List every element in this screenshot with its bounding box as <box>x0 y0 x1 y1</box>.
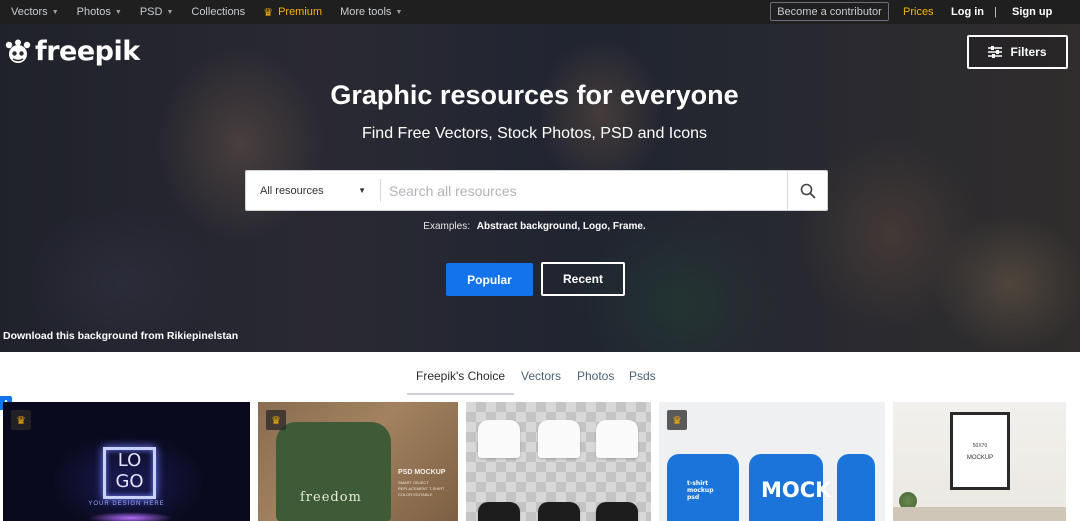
resource-type-dropdown[interactable]: All resources ▼ <box>246 179 381 202</box>
signup-link[interactable]: Sign up <box>1012 0 1052 24</box>
sliders-icon <box>988 46 1003 58</box>
neon-logo-caption: YOUR DESIGN HERE <box>88 501 165 507</box>
nav-photos[interactable]: Photos ▼ <box>77 6 122 18</box>
crown-icon: ♛ <box>263 6 274 19</box>
white-tshirt-image <box>596 420 638 458</box>
premium-crown-icon: ♛ <box>667 410 687 430</box>
black-tshirt-image <box>478 502 520 521</box>
psd-mockup-subtitle: SMART OBJECT REPLACEMENT T-SHIRT COLOR E… <box>398 480 445 497</box>
nav-photos-label: Photos <box>76 6 111 18</box>
nav-separator: | <box>994 6 997 18</box>
nav-vectors-label: Vectors <box>11 6 48 18</box>
blue-tshirt-side-image <box>837 454 875 521</box>
nav-collections[interactable]: Collections <box>191 6 245 18</box>
chevron-down-icon: ▼ <box>51 8 59 16</box>
active-tab-underline <box>407 393 514 395</box>
hero-banner: freepik Filters Graphic resources for ev… <box>0 24 1080 352</box>
nav-premium-label: Premium <box>278 6 323 18</box>
tab-photos[interactable]: Photos <box>577 369 614 383</box>
chevron-down-icon: ▼ <box>114 8 122 16</box>
resource-card[interactable]: ♛ t-shirt mockup psd MOCK <box>659 402 885 521</box>
freepik-logo[interactable]: freepik <box>4 36 140 67</box>
tab-vectors[interactable]: Vectors <box>521 369 561 383</box>
hero-title: Graphic resources for everyone <box>330 80 739 110</box>
filters-button[interactable]: Filters <box>967 35 1068 69</box>
tab-psds[interactable]: Psds <box>629 369 656 383</box>
search-button[interactable] <box>787 171 827 210</box>
search-examples: Examples: Abstract background, Logo, Fra… <box>0 221 1069 232</box>
content-tabs: Freepik's Choice Vectors Photos Psds <box>0 352 1080 402</box>
blue-tshirt-image: MOCK <box>749 454 831 521</box>
neon-glow <box>88 512 173 521</box>
nav-more-tools[interactable]: More tools ▼ <box>340 6 402 18</box>
tshirt-print-text: t-shirt mockup psd <box>687 480 714 501</box>
chevron-down-icon: ▼ <box>395 8 403 16</box>
hero-content: freepik Filters Graphic resources for ev… <box>0 24 1080 352</box>
premium-crown-icon: ♛ <box>11 410 31 430</box>
filters-label: Filters <box>1010 45 1047 59</box>
nav-left-group: Vectors ▼ Photos ▼ PSD ▼ Collections ♛ P… <box>11 0 420 24</box>
resource-card[interactable] <box>466 402 651 521</box>
white-tshirt-image <box>478 420 520 458</box>
black-tshirt-image <box>538 502 580 521</box>
recent-button[interactable]: Recent <box>541 262 625 296</box>
login-link[interactable]: Log in <box>951 0 984 24</box>
become-contributor-button[interactable]: Become a contributor <box>770 2 889 21</box>
white-tshirt-image <box>538 420 580 458</box>
blue-tshirt-image: t-shirt mockup psd <box>667 454 739 521</box>
examples-links[interactable]: Abstract background, Logo, Frame. <box>477 221 646 232</box>
resource-card[interactable]: 50X70 MOCKUP <box>893 402 1066 521</box>
poster-frame-mockup: 50X70 MOCKUP <box>950 412 1010 490</box>
popular-button[interactable]: Popular <box>446 263 533 296</box>
examples-label: Examples: <box>423 221 470 232</box>
nav-psd-label: PSD <box>139 6 163 18</box>
nav-collections-label: Collections <box>191 6 246 18</box>
frame-mockup-label: MOCKUP <box>966 455 994 461</box>
green-tshirt-preview: freedom <box>276 422 391 521</box>
tshirt-print-text: freedom <box>300 490 362 505</box>
nav-more-tools-label: More tools <box>340 6 392 18</box>
resource-card[interactable]: ♛ LO GO YOUR DESIGN HERE <box>3 402 250 521</box>
top-navigation-bar: Vectors ▼ Photos ▼ PSD ▼ Collections ♛ P… <box>0 0 1080 24</box>
freepik-logo-icon <box>5 39 31 63</box>
tshirt-print-text: MOCK <box>761 478 832 502</box>
psd-mockup-title: PSD MOCKUP <box>398 469 446 476</box>
search-icon <box>800 183 816 199</box>
shelf-decoration <box>893 507 1066 521</box>
caret-down-icon: ▼ <box>358 186 366 195</box>
resource-card[interactable]: ♛ freedom PSD MOCKUP SMART OBJECT REPLAC… <box>258 402 458 521</box>
hero-subtitle: Find Free Vectors, Stock Photos, PSD and… <box>361 125 708 142</box>
nav-vectors[interactable]: Vectors ▼ <box>11 6 59 18</box>
prices-link[interactable]: Prices <box>903 0 934 24</box>
logo-wordmark: freepik <box>35 36 140 67</box>
neon-logo-preview: LO GO <box>103 447 156 499</box>
black-tshirt-image <box>596 502 638 521</box>
nav-premium[interactable]: ♛ Premium <box>263 6 322 19</box>
search-bar: All resources ▼ <box>245 170 828 211</box>
search-input[interactable] <box>381 171 787 210</box>
premium-crown-icon: ♛ <box>266 410 286 430</box>
frame-size-label: 50X70 <box>972 443 988 449</box>
chevron-down-icon: ▼ <box>166 8 174 16</box>
background-credit[interactable]: Download this background from Rikiepinel… <box>3 330 238 342</box>
tab-freepiks-choice[interactable]: Freepik's Choice <box>416 369 505 383</box>
nav-psd[interactable]: PSD ▼ <box>140 6 174 18</box>
resource-type-value: All resources <box>260 184 324 197</box>
